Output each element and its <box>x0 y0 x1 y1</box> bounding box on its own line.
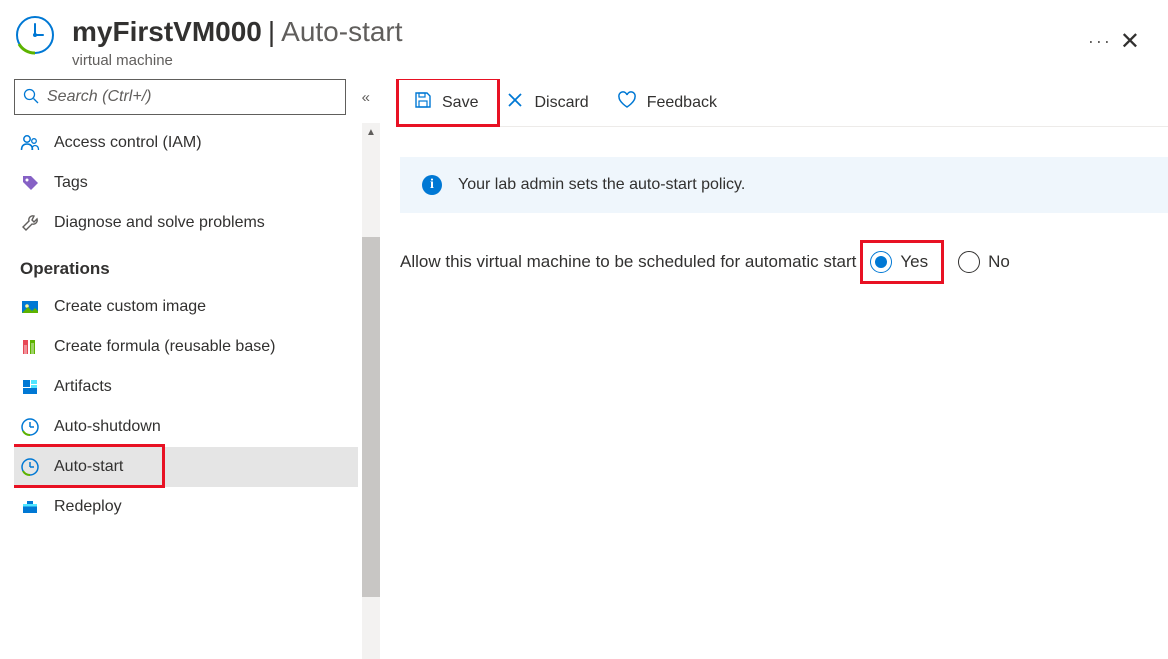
info-bar: i Your lab admin sets the auto-start pol… <box>400 157 1168 213</box>
main-content: Save Discard Feedback <box>380 79 1168 659</box>
sidebar-item-label: Auto-shutdown <box>54 418 161 436</box>
radio-circle-icon <box>870 251 892 273</box>
wrench-icon <box>20 213 40 233</box>
sidebar-item-redeploy[interactable]: Redeploy <box>14 487 358 527</box>
sidebar-item-label: Create formula (reusable base) <box>54 338 275 356</box>
sidebar-item-artifacts[interactable]: Artifacts <box>14 367 358 407</box>
search-icon <box>23 88 39 107</box>
sidebar-item-label: Redeploy <box>54 498 122 516</box>
toolbar: Save Discard Feedback <box>400 79 1168 127</box>
setting-label: Allow this virtual machine to be schedul… <box>400 252 856 272</box>
discard-button[interactable]: Discard <box>492 83 602 122</box>
save-icon <box>414 91 432 114</box>
search-box[interactable] <box>14 79 346 115</box>
sidebar-item-create-formula[interactable]: Create formula (reusable base) <box>14 327 358 367</box>
sidebar-section-operations: Operations <box>14 243 358 287</box>
sidebar-item-label: Tags <box>54 174 88 192</box>
discard-button-label: Discard <box>534 94 588 112</box>
sidebar-item-auto-shutdown[interactable]: Auto-shutdown <box>14 407 358 447</box>
feedback-button-label: Feedback <box>647 94 717 112</box>
sidebar-item-tags[interactable]: Tags <box>14 163 358 203</box>
sidebar-item-create-custom-image[interactable]: Create custom image <box>14 287 358 327</box>
radio-yes-label: Yes <box>900 252 928 272</box>
image-icon <box>20 297 40 317</box>
formula-icon <box>20 337 40 357</box>
artifacts-icon <box>20 377 40 397</box>
collapse-sidebar-button[interactable]: « <box>362 89 370 106</box>
redeploy-icon <box>20 497 40 517</box>
tag-icon <box>20 173 40 193</box>
sidebar: « ▲ Access control (IAM) <box>0 79 380 659</box>
page-section-name: Auto-start <box>281 16 402 47</box>
sidebar-item-label: Auto-start <box>54 458 123 476</box>
save-button-label: Save <box>442 94 478 112</box>
sidebar-item-diagnose[interactable]: Diagnose and solve problems <box>14 203 358 243</box>
resource-type-subtitle: virtual machine <box>72 52 1068 69</box>
people-icon <box>20 133 40 153</box>
sidebar-item-label: Diagnose and solve problems <box>54 214 265 232</box>
more-options-button[interactable]: ··· <box>1088 31 1112 52</box>
discard-icon <box>506 91 524 114</box>
sidebar-item-access-control[interactable]: Access control (IAM) <box>14 123 358 163</box>
radio-no[interactable]: No <box>958 251 1014 273</box>
sidebar-scrollbar[interactable]: ▲ <box>362 123 380 659</box>
close-button[interactable]: ✕ <box>1112 23 1148 60</box>
sidebar-item-label: Create custom image <box>54 298 206 316</box>
sidebar-item-auto-start[interactable]: Auto-start <box>14 447 358 487</box>
search-input[interactable] <box>47 88 337 106</box>
resource-clock-icon <box>14 14 56 56</box>
feedback-button[interactable]: Feedback <box>603 83 731 122</box>
radio-yes[interactable]: Yes <box>870 251 932 273</box>
info-message: Your lab admin sets the auto-start polic… <box>458 176 745 194</box>
sidebar-item-label: Artifacts <box>54 378 112 396</box>
auto-start-radio-group: Yes No <box>870 251 1013 273</box>
scroll-thumb[interactable] <box>362 237 380 597</box>
info-icon: i <box>422 175 442 195</box>
radio-circle-icon <box>958 251 980 273</box>
page-title: myFirstVM000|Auto-start <box>72 14 1068 50</box>
clock-shutdown-icon <box>20 417 40 437</box>
page-header: myFirstVM000|Auto-start virtual machine … <box>0 0 1168 79</box>
radio-no-label: No <box>988 252 1010 272</box>
resource-name: myFirstVM000 <box>72 16 262 47</box>
sidebar-item-label: Access control (IAM) <box>54 134 202 152</box>
clock-start-icon <box>20 457 40 477</box>
save-button[interactable]: Save <box>400 83 492 122</box>
auto-start-setting-row: Allow this virtual machine to be schedul… <box>400 251 1168 273</box>
scroll-up-arrow[interactable]: ▲ <box>362 123 380 141</box>
heart-icon <box>617 91 637 114</box>
